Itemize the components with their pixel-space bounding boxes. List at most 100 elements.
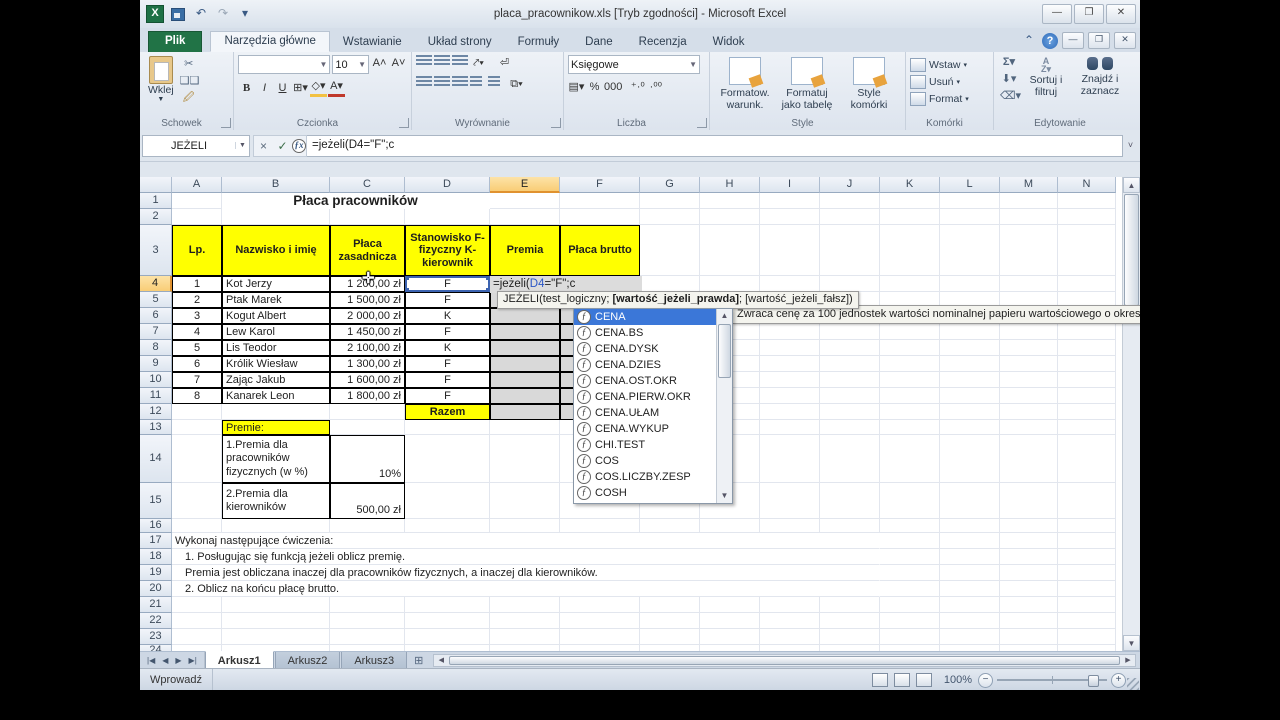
- cell-C9[interactable]: 1 300,00 zł: [330, 356, 405, 372]
- function-item-CENA.UŁAM[interactable]: ƒCENA.UŁAM: [574, 405, 716, 421]
- cell-C6[interactable]: 2 000,00 zł: [330, 308, 405, 324]
- cell-N3[interactable]: [1058, 225, 1116, 276]
- column-header-H[interactable]: H: [700, 177, 760, 193]
- cell-L18[interactable]: [940, 549, 1000, 565]
- italic-button[interactable]: I: [256, 80, 273, 96]
- row-header-17[interactable]: 17: [140, 533, 172, 549]
- cell-M14[interactable]: [1000, 435, 1058, 483]
- cell-A21[interactable]: [172, 597, 222, 613]
- cell-D13[interactable]: [405, 420, 490, 435]
- autosum-icon[interactable]: Σ▾: [1000, 55, 1018, 70]
- copy-icon[interactable]: ❑❑: [180, 74, 198, 89]
- cell-I15[interactable]: [760, 483, 820, 519]
- horizontal-scrollbar[interactable]: ◀ ▶: [433, 654, 1136, 667]
- cell-J8[interactable]: [820, 340, 880, 356]
- cell-K23[interactable]: [880, 629, 940, 645]
- cell-L13[interactable]: [940, 420, 1000, 435]
- name-box[interactable]: JEŻELI ▼: [142, 135, 250, 157]
- cell-L8[interactable]: [940, 340, 1000, 356]
- merge-center-icon[interactable]: ⧉▾: [508, 76, 525, 92]
- cell-J16[interactable]: [820, 519, 880, 533]
- cell-E2[interactable]: [490, 209, 560, 225]
- cell-M22[interactable]: [1000, 613, 1058, 629]
- cell-K17[interactable]: [880, 533, 940, 549]
- column-header-F[interactable]: F: [560, 177, 640, 193]
- cell-D21[interactable]: [405, 597, 490, 613]
- sheet-tab-arkusz2[interactable]: Arkusz2: [275, 652, 341, 669]
- horizontal-scrollbar-thumb[interactable]: [449, 656, 1120, 665]
- cell-L12[interactable]: [940, 404, 1000, 420]
- cell-K18[interactable]: [880, 549, 940, 565]
- cell-L9[interactable]: [940, 356, 1000, 372]
- cell-C12[interactable]: [330, 404, 405, 420]
- cell-M21[interactable]: [1000, 597, 1058, 613]
- cell-H1[interactable]: [700, 193, 760, 209]
- cell-K16[interactable]: [880, 519, 940, 533]
- cell-L21[interactable]: [940, 597, 1000, 613]
- cell-E11[interactable]: [490, 388, 560, 404]
- cell-E10[interactable]: [490, 372, 560, 388]
- cell-J3[interactable]: [820, 225, 880, 276]
- cell-J9[interactable]: [820, 356, 880, 372]
- cell-J4[interactable]: [820, 276, 880, 292]
- clear-icon[interactable]: ⌫▾: [1000, 89, 1018, 104]
- cell-K21[interactable]: [880, 597, 940, 613]
- cell-C23[interactable]: [330, 629, 405, 645]
- cell-L7[interactable]: [940, 324, 1000, 340]
- cell-K13[interactable]: [880, 420, 940, 435]
- cell-A7[interactable]: 4: [172, 324, 222, 340]
- grow-font-button[interactable]: A˄: [371, 55, 388, 71]
- cell-M12[interactable]: [1000, 404, 1058, 420]
- cell-H4[interactable]: [700, 276, 760, 292]
- cell-E12[interactable]: [490, 404, 560, 420]
- cell-N10[interactable]: [1058, 372, 1116, 388]
- row-header-21[interactable]: 21: [140, 597, 172, 613]
- tab-plik[interactable]: Plik: [148, 31, 202, 52]
- cell-E1[interactable]: [490, 193, 560, 209]
- cell-G3[interactable]: [640, 225, 700, 276]
- cell-F2[interactable]: [560, 209, 640, 225]
- cell-A15[interactable]: [172, 483, 222, 519]
- row-header-12[interactable]: 12: [140, 404, 172, 420]
- cell-E6[interactable]: [490, 308, 560, 324]
- cell-B13[interactable]: Premie:: [222, 420, 330, 435]
- confirm-entry-button[interactable]: ✓: [273, 137, 292, 155]
- cell-N2[interactable]: [1058, 209, 1116, 225]
- row-header-4[interactable]: 4: [140, 276, 172, 292]
- close-button[interactable]: ✕: [1106, 4, 1136, 24]
- cell-L22[interactable]: [940, 613, 1000, 629]
- cell-L10[interactable]: [940, 372, 1000, 388]
- cell-J14[interactable]: [820, 435, 880, 483]
- align-left-icon[interactable]: [416, 76, 433, 92]
- help-icon[interactable]: ?: [1042, 33, 1058, 49]
- cell-M4[interactable]: [1000, 276, 1058, 292]
- cell-I22[interactable]: [760, 613, 820, 629]
- row-header-14[interactable]: 14: [140, 435, 172, 483]
- normal-view-button[interactable]: [872, 673, 888, 687]
- cell-B3[interactable]: Nazwisko i imię: [222, 225, 330, 276]
- comma-style-button[interactable]: 000: [604, 79, 622, 95]
- cell-M20[interactable]: [1000, 581, 1058, 597]
- cell-N13[interactable]: [1058, 420, 1116, 435]
- cell-C5[interactable]: 1 500,00 zł: [330, 292, 405, 308]
- font-name-combo[interactable]: ▼: [238, 55, 330, 74]
- format-as-table-button[interactable]: Formatuj jako tabelę: [776, 55, 838, 111]
- cell-N15[interactable]: [1058, 483, 1116, 519]
- function-item-COS.LICZBY.ZESP[interactable]: ƒCOS.LICZBY.ZESP: [574, 469, 716, 485]
- cell-D2[interactable]: [405, 209, 490, 225]
- align-middle-icon[interactable]: [434, 55, 451, 71]
- row-header-19[interactable]: 19: [140, 565, 172, 581]
- cell-E22[interactable]: [490, 613, 560, 629]
- cell-K9[interactable]: [880, 356, 940, 372]
- zoom-in-icon[interactable]: +: [1111, 673, 1126, 688]
- function-item-COS[interactable]: ƒCOS: [574, 453, 716, 469]
- decrease-indent-icon[interactable]: [470, 76, 487, 92]
- cell-L19[interactable]: [940, 565, 1000, 581]
- cell-C21[interactable]: [330, 597, 405, 613]
- format-painter-icon[interactable]: 🖉: [180, 91, 198, 106]
- cell-M17[interactable]: [1000, 533, 1058, 549]
- customize-quick-access-button[interactable]: ▾: [236, 6, 254, 22]
- minimize-button[interactable]: —: [1042, 4, 1072, 24]
- cell-N22[interactable]: [1058, 613, 1116, 629]
- name-box-dropdown-icon[interactable]: ▼: [235, 142, 249, 149]
